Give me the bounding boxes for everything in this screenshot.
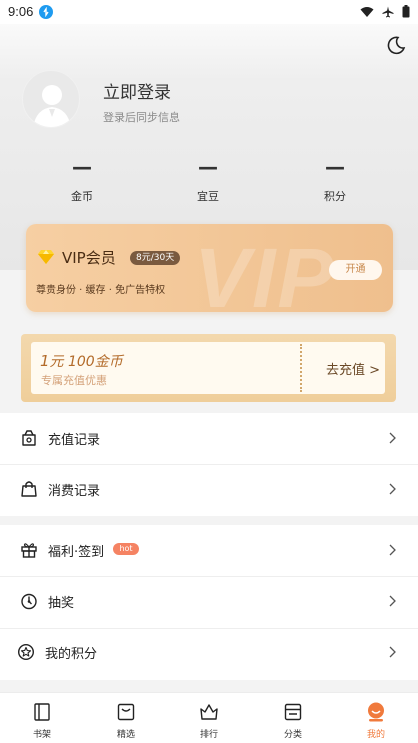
stat-points-value: — xyxy=(325,155,345,179)
ticket-divider xyxy=(300,344,302,392)
vip-watermark: VIP xyxy=(194,231,336,312)
tab-profile[interactable]: 我的 xyxy=(334,693,418,743)
chevron-right-icon xyxy=(389,595,396,607)
menu-group-records: 充值记录 消费记录 xyxy=(0,413,418,516)
tab-ranking[interactable]: 排行 xyxy=(167,693,251,743)
tab-bookshelf[interactable]: 书架 xyxy=(0,693,84,743)
tab-category[interactable]: 分类 xyxy=(251,693,335,743)
status-bar: 9:06 xyxy=(0,0,418,24)
vip-description: 尊贵身份 · 缓存 · 免广告特权 xyxy=(36,285,166,296)
notification-badge-icon xyxy=(39,5,53,19)
stat-coins-value: — xyxy=(72,155,92,179)
menu-item-welfare-checkin[interactable]: 福利·签到 hot xyxy=(0,525,418,576)
status-icons xyxy=(360,5,410,18)
chevron-right-icon xyxy=(389,544,396,556)
avatar[interactable] xyxy=(22,70,80,128)
stat-points[interactable]: — 积分 xyxy=(285,155,385,204)
recharge-offer-subtitle: 专属充值优惠 xyxy=(41,374,107,387)
tab-label: 分类 xyxy=(283,730,302,740)
default-avatar-icon xyxy=(33,85,71,127)
menu-item-label: 我的积分 xyxy=(45,647,98,662)
stat-beans-label: 宜豆 xyxy=(197,190,219,203)
hot-badge: hot xyxy=(113,543,139,555)
recharge-go-button[interactable]: 去充值 > xyxy=(326,359,380,378)
stat-points-label: 积分 xyxy=(324,190,346,203)
menu-item-label: 充值记录 xyxy=(48,433,101,448)
stat-beans[interactable]: — 宜豆 xyxy=(158,155,258,204)
menu-item-label: 抽奖 xyxy=(48,596,75,611)
recharge-ticket: 1元 100金币 专属充值优惠 去充值 > xyxy=(31,342,385,394)
chevron-right-icon xyxy=(389,483,396,495)
points-icon xyxy=(17,643,35,661)
menu-group-rewards: 福利·签到 hot 抽奖 我的积分 xyxy=(0,525,418,680)
featured-icon xyxy=(117,703,135,721)
tab-label: 精选 xyxy=(116,730,135,740)
stat-coins-label: 金币 xyxy=(71,190,93,203)
profile-icon xyxy=(368,702,384,722)
menu-item-lottery[interactable]: 抽奖 xyxy=(0,576,418,627)
menu-item-recharge-records[interactable]: 充值记录 xyxy=(0,413,418,464)
tab-label: 排行 xyxy=(199,730,218,740)
vip-card[interactable]: VIP VIP会员 8元/30天 尊贵身份 · 缓存 · 免广告特权 开通 xyxy=(26,224,393,312)
wallet-icon xyxy=(22,430,36,446)
menu-item-label: 福利·签到 xyxy=(48,545,105,560)
vip-price-badge: 8元/30天 xyxy=(130,251,181,265)
menu-item-my-points[interactable]: 我的积分 xyxy=(0,627,418,678)
recharge-offer-amount: 1 xyxy=(40,352,50,370)
recharge-offer-text: 元 100金币 xyxy=(49,354,123,370)
vip-open-button[interactable]: 开通 xyxy=(329,260,382,280)
recharge-offer-title: 1元 100金币 xyxy=(40,351,123,371)
category-icon xyxy=(284,703,302,721)
wifi-icon xyxy=(360,6,374,17)
vip-title: VIP会员 xyxy=(62,249,116,267)
chevron-right-icon xyxy=(389,432,396,444)
bookshelf-icon xyxy=(34,703,50,721)
menu-item-label: 消费记录 xyxy=(48,484,101,499)
menu-item-consumption-records[interactable]: 消费记录 xyxy=(0,464,418,515)
tab-featured[interactable]: 精选 xyxy=(84,693,168,743)
login-subtitle: 登录后同步信息 xyxy=(103,111,180,124)
chevron-right-icon xyxy=(389,646,396,658)
tab-label: 我的 xyxy=(366,730,385,740)
night-mode-moon-icon[interactable] xyxy=(386,35,406,55)
ranking-icon xyxy=(200,704,218,720)
stat-coins[interactable]: — 金币 xyxy=(32,155,132,204)
recharge-promo-card[interactable]: 1元 100金币 专属充值优惠 去充值 > xyxy=(21,334,396,402)
lottery-icon xyxy=(21,593,37,610)
battery-icon xyxy=(402,5,410,18)
status-time: 9:06 xyxy=(8,4,34,19)
diamond-icon xyxy=(38,250,54,264)
tab-label: 书架 xyxy=(32,730,51,740)
stat-beans-value: — xyxy=(198,155,218,179)
shopping-bag-icon xyxy=(21,481,37,497)
gift-icon xyxy=(21,543,37,558)
login-title[interactable]: 立即登录 xyxy=(103,78,171,103)
bottom-tab-bar: 书架 精选 排行 分类 我的 xyxy=(0,692,418,743)
airplane-icon xyxy=(382,6,394,17)
